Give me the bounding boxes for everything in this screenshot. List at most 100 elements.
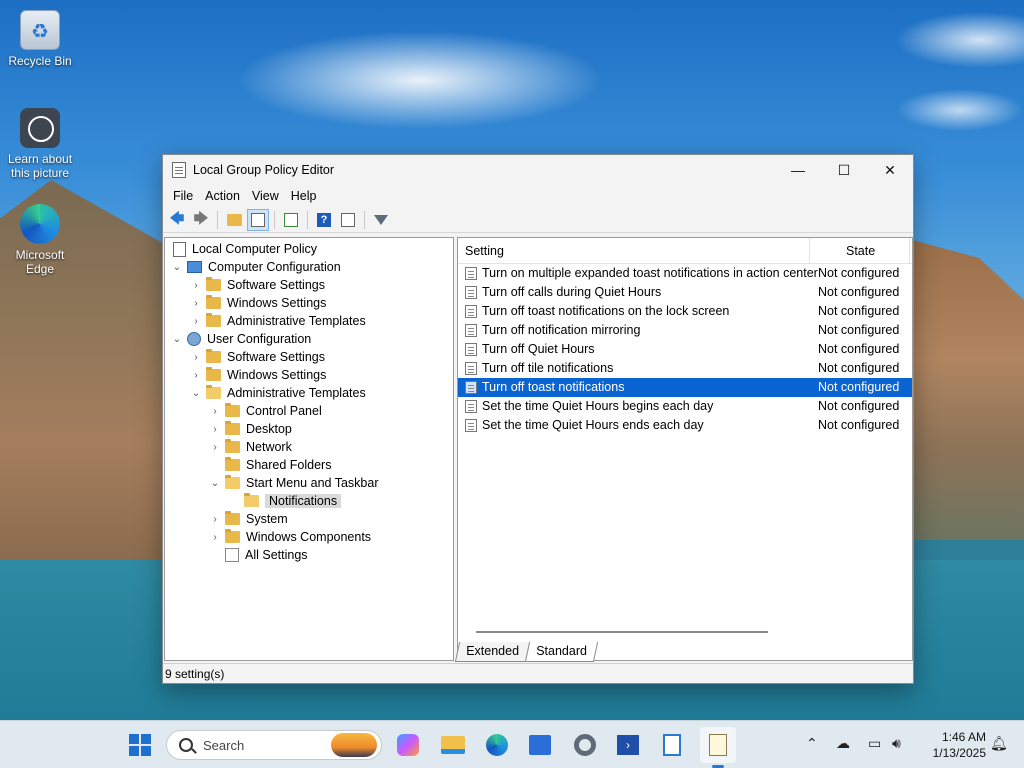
chevron-down-icon[interactable]: ⌄ bbox=[171, 262, 183, 273]
chevron-right-icon[interactable]: › bbox=[190, 280, 202, 291]
taskbar-edge[interactable] bbox=[481, 729, 513, 761]
toolbar-separator bbox=[274, 210, 275, 229]
taskbar-group-policy-active[interactable] bbox=[700, 727, 736, 763]
taskbar-copilot[interactable] bbox=[392, 729, 424, 761]
chevron-right-icon[interactable]: › bbox=[209, 514, 221, 525]
chevron-right-icon[interactable]: › bbox=[190, 370, 202, 381]
taskbar-settings[interactable] bbox=[569, 729, 601, 761]
column-divider[interactable] bbox=[809, 238, 810, 264]
tree-item-shared-folders[interactable]: Shared Folders bbox=[209, 456, 331, 474]
tab-extended[interactable]: Extended bbox=[454, 642, 530, 662]
desktop-icon-edge[interactable]: Microsoft Edge bbox=[0, 204, 80, 276]
tree-item-windows-components[interactable]: › Windows Components bbox=[209, 528, 371, 546]
list-item-selected[interactable]: Turn off toast notifications Not configu… bbox=[458, 378, 912, 397]
taskbar-notepad[interactable] bbox=[656, 729, 688, 761]
export-list-button[interactable] bbox=[280, 209, 302, 231]
list-item[interactable]: Turn off toast notifications on the lock… bbox=[458, 302, 912, 321]
chevron-right-icon[interactable]: › bbox=[209, 424, 221, 435]
tree-item-administrative-templates[interactable]: ⌄ Administrative Templates bbox=[190, 384, 366, 402]
list-item[interactable]: Turn off tile notifications Not configur… bbox=[458, 359, 912, 378]
chevron-right-icon[interactable]: › bbox=[209, 406, 221, 417]
list-item[interactable]: Set the time Quiet Hours begins each day… bbox=[458, 397, 912, 416]
column-divider[interactable] bbox=[909, 238, 910, 264]
chevron-right-icon[interactable]: › bbox=[190, 298, 202, 309]
chevron-down-icon[interactable]: ⌄ bbox=[190, 388, 202, 399]
up-folder-button[interactable] bbox=[223, 209, 245, 231]
taskbar-terminal[interactable]: › bbox=[612, 729, 644, 761]
tree-item-network[interactable]: › Network bbox=[209, 438, 292, 456]
tree-item-label: Windows Settings bbox=[227, 296, 327, 310]
tree-item-windows-settings[interactable]: › Windows Settings bbox=[190, 294, 326, 312]
title-bar[interactable]: Local Group Policy Editor — ☐ ✕ bbox=[163, 155, 913, 185]
list-item[interactable]: Turn off calls during Quiet Hours Not co… bbox=[458, 283, 912, 302]
taskbar-file-explorer[interactable] bbox=[437, 729, 469, 761]
notification-bell-icon[interactable]: 🔔︎ bbox=[990, 735, 1008, 752]
column-header-setting[interactable]: Setting bbox=[465, 244, 504, 258]
help-button[interactable]: ? bbox=[313, 209, 335, 231]
settings-list-pane[interactable]: Setting State Turn on multiple expanded … bbox=[457, 237, 913, 661]
display-icon[interactable]: ▭ bbox=[868, 735, 881, 752]
chevron-right-icon[interactable]: › bbox=[209, 532, 221, 543]
tree-item-user-configuration[interactable]: ⌄ User Configuration bbox=[171, 330, 311, 348]
horizontal-scrollbar[interactable] bbox=[476, 631, 768, 633]
menu-file[interactable]: File bbox=[167, 189, 199, 203]
volume-icon[interactable]: 🔊︎ bbox=[892, 735, 901, 752]
tree-item-all-settings[interactable]: All Settings bbox=[209, 546, 308, 564]
desktop-icon-recycle-bin[interactable]: Recycle Bin bbox=[0, 10, 80, 68]
close-button[interactable]: ✕ bbox=[867, 155, 913, 185]
setting-state: Not configured bbox=[818, 361, 900, 375]
column-header-state[interactable]: State bbox=[846, 244, 875, 258]
tree-pane[interactable]: Local Computer Policy ⌄ Computer Configu… bbox=[164, 237, 454, 661]
system-clock[interactable]: 1:46 AM 1/13/2025 bbox=[920, 729, 986, 761]
tree-item-local-computer-policy[interactable]: Local Computer Policy bbox=[169, 240, 317, 258]
store-icon bbox=[529, 735, 551, 755]
tree-item-start-menu-and-taskbar[interactable]: ⌄ Start Menu and Taskbar bbox=[209, 474, 378, 492]
status-bar: 9 setting(s) bbox=[163, 663, 913, 683]
tree-item-notifications[interactable]: Notifications bbox=[228, 492, 342, 510]
show-hide-tree-button[interactable] bbox=[247, 208, 269, 231]
menu-view[interactable]: View bbox=[246, 189, 285, 203]
tree-item-control-panel[interactable]: › Control Panel bbox=[209, 402, 322, 420]
tab-standard[interactable]: Standard bbox=[524, 642, 598, 662]
list-item[interactable]: Turn on multiple expanded toast notifica… bbox=[458, 264, 912, 283]
chevron-up-icon[interactable]: ⌃ bbox=[806, 735, 818, 752]
chevron-down-icon[interactable]: ⌄ bbox=[209, 478, 221, 489]
tree-item-computer-configuration[interactable]: ⌄ Computer Configuration bbox=[171, 258, 341, 276]
tree-item-desktop[interactable]: › Desktop bbox=[209, 420, 292, 438]
back-button[interactable]: 🡄 bbox=[166, 209, 188, 231]
folder-open-icon bbox=[225, 475, 240, 489]
tree-item-system[interactable]: › System bbox=[209, 510, 288, 528]
list-item[interactable]: Turn off notification mirroring Not conf… bbox=[458, 321, 912, 340]
folder-open-icon bbox=[244, 493, 259, 507]
tree-item-administrative-templates[interactable]: › Administrative Templates bbox=[190, 312, 366, 330]
forward-button[interactable]: 🡆 bbox=[190, 209, 212, 231]
list-item[interactable]: Set the time Quiet Hours ends each day N… bbox=[458, 416, 912, 435]
menu-help[interactable]: Help bbox=[285, 189, 323, 203]
desktop-icon-learn-about-picture[interactable]: Learn about this picture bbox=[0, 108, 80, 180]
tree-item-label: System bbox=[246, 512, 288, 526]
chevron-right-icon[interactable]: › bbox=[209, 442, 221, 453]
policy-icon bbox=[173, 241, 186, 257]
toolbar-separator bbox=[307, 210, 308, 229]
menu-action[interactable]: Action bbox=[199, 189, 246, 203]
search-highlight-icon bbox=[331, 733, 377, 757]
chevron-right-icon[interactable]: › bbox=[190, 316, 202, 327]
minimize-button[interactable]: — bbox=[775, 155, 821, 185]
taskbar-store[interactable] bbox=[524, 729, 556, 761]
policy-setting-icon bbox=[465, 324, 477, 337]
taskbar-search[interactable]: Search bbox=[166, 730, 382, 760]
list-item[interactable]: Turn off Quiet Hours Not configured bbox=[458, 340, 912, 359]
chevron-down-icon[interactable]: ⌄ bbox=[171, 334, 183, 345]
properties-button[interactable] bbox=[337, 209, 359, 231]
chevron-right-icon[interactable]: › bbox=[190, 352, 202, 363]
tree-item-windows-settings[interactable]: › Windows Settings bbox=[190, 366, 326, 384]
filter-button[interactable] bbox=[370, 209, 392, 231]
tree-item-software-settings[interactable]: › Software Settings bbox=[190, 276, 325, 294]
toolbar-separator bbox=[364, 210, 365, 229]
start-button[interactable] bbox=[124, 729, 156, 761]
network-disconnected-icon[interactable]: ☁ bbox=[836, 735, 850, 752]
setting-state: Not configured bbox=[818, 342, 900, 356]
maximize-button[interactable]: ☐ bbox=[821, 155, 867, 185]
tree-item-software-settings[interactable]: › Software Settings bbox=[190, 348, 325, 366]
setting-name: Set the time Quiet Hours begins each day bbox=[482, 399, 714, 413]
